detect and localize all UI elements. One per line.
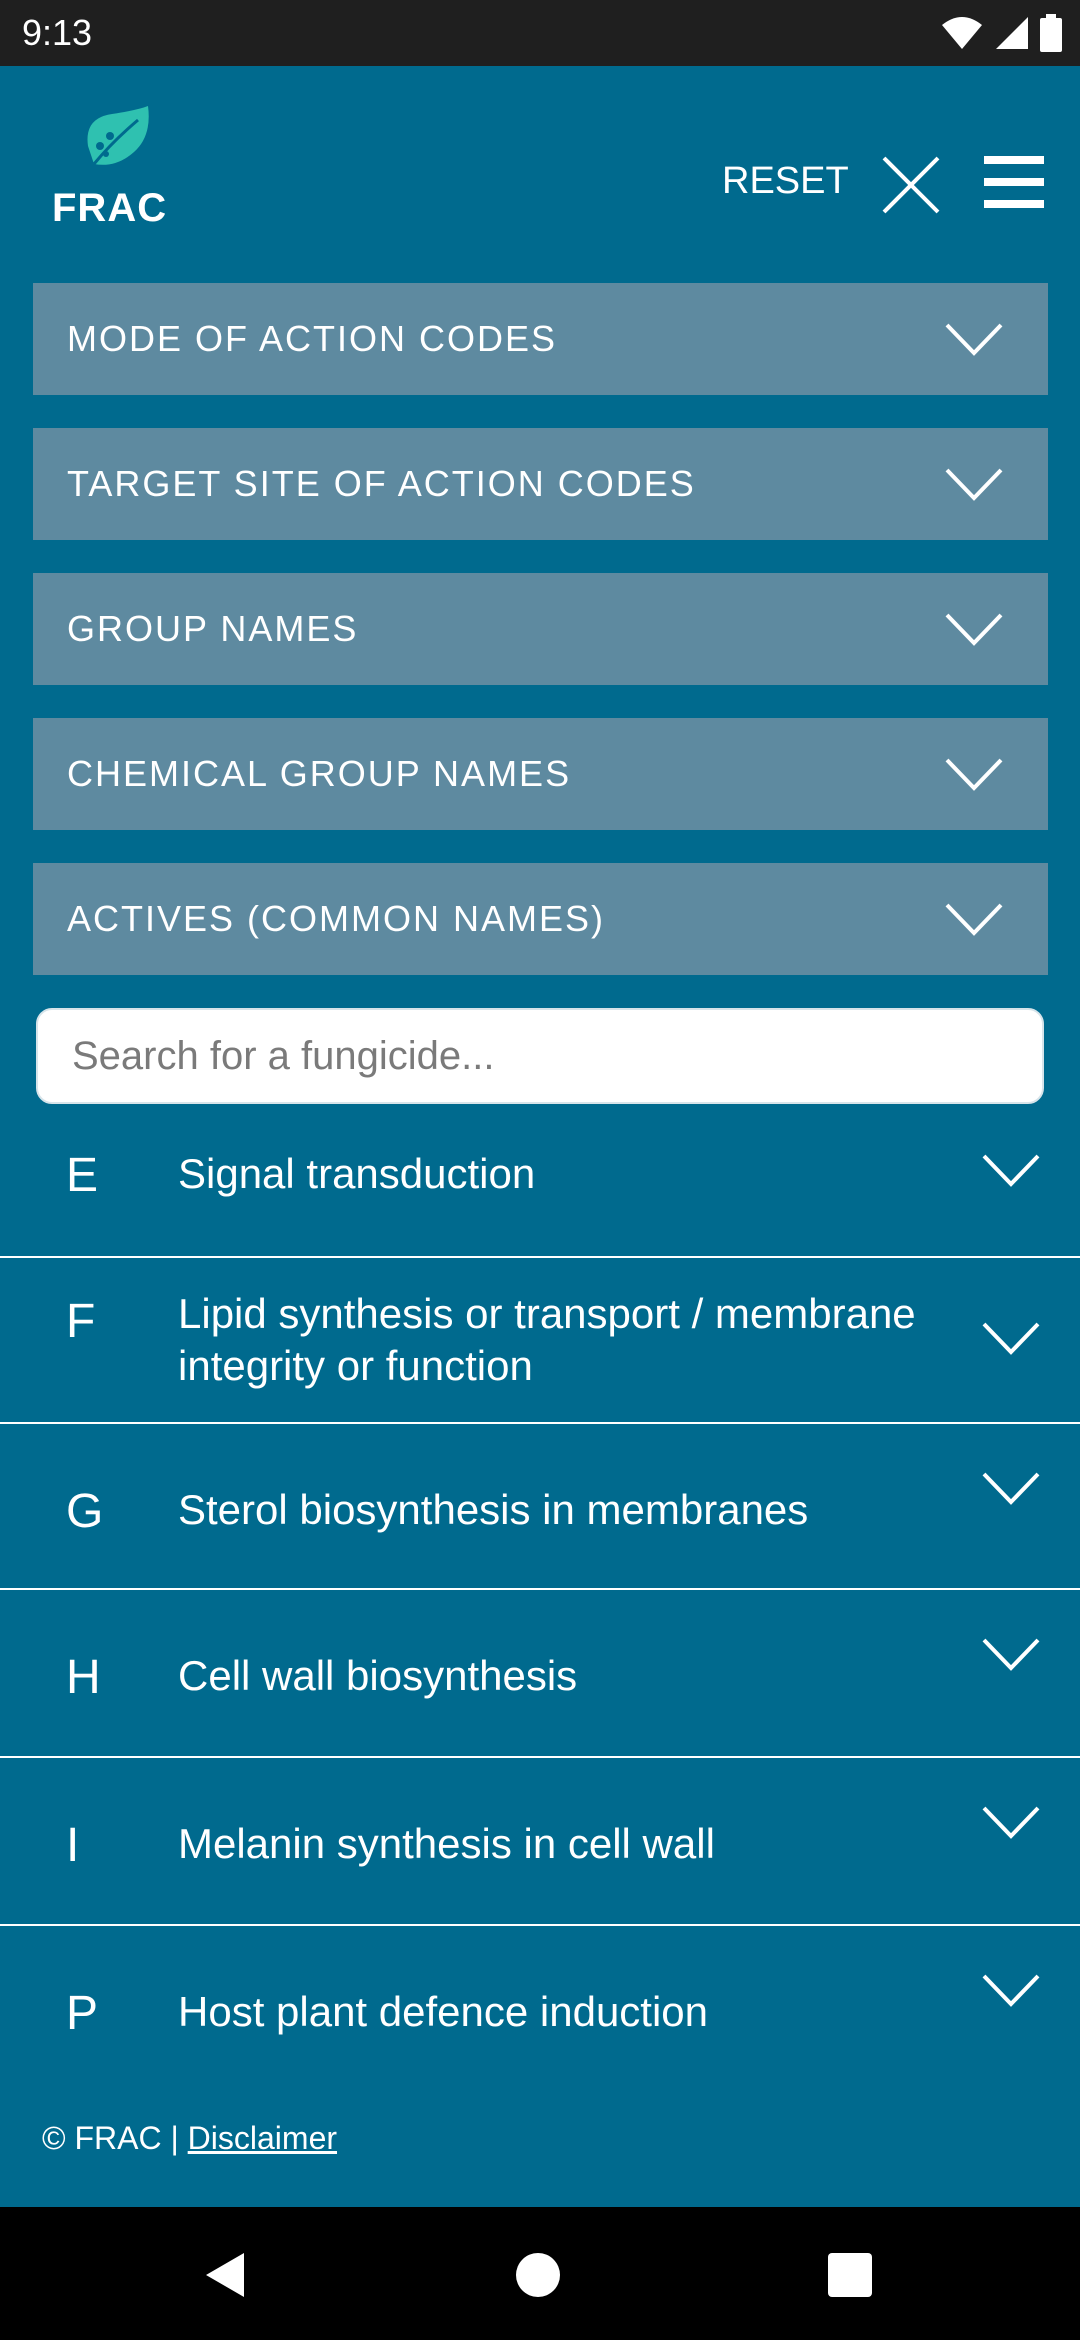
group-title: Sterol biosynthesis in membranes — [178, 1486, 809, 1533]
filter-label: GROUP NAMES — [67, 608, 359, 649]
frac-logo[interactable]: FRAC — [50, 106, 180, 236]
chevron-down-icon — [982, 1154, 1040, 1187]
status-time: 9:13 — [22, 12, 93, 53]
filter-label: MODE OF ACTION CODES — [67, 318, 558, 359]
group-title: Lipid synthesis or transport / membrane … — [178, 1290, 916, 1389]
app-header: FRAC RESET — [0, 66, 1080, 282]
filter-label: ACTIVES (COMMON NAMES) — [67, 898, 606, 939]
list-item-e[interactable]: E Signal transduction — [0, 1108, 1080, 1258]
chevron-down-icon — [945, 903, 1003, 936]
filter-label: CHEMICAL GROUP NAMES — [67, 753, 572, 794]
hamburger-menu-icon[interactable] — [984, 154, 1044, 210]
chevron-down-icon — [982, 1806, 1040, 1839]
logo-text: FRAC — [52, 186, 168, 230]
status-icons — [940, 12, 1062, 54]
chevron-down-icon — [982, 1638, 1040, 1671]
filter-target-site-of-action-codes[interactable]: TARGET SITE OF ACTION CODES — [33, 428, 1048, 540]
back-icon[interactable] — [200, 2249, 252, 2301]
copyright-text: © FRAC | — [42, 2120, 179, 2156]
list-item-i[interactable]: I Melanin synthesis in cell wall — [0, 1758, 1080, 1926]
reset-button[interactable]: RESET — [722, 156, 849, 206]
group-title: Melanin synthesis in cell wall — [178, 1820, 715, 1867]
group-title: Host plant defence induction — [178, 1988, 709, 2035]
list-item-p[interactable]: P Host plant defence induction — [0, 1926, 1080, 2060]
group-code: F — [66, 1295, 96, 1348]
home-icon[interactable] — [514, 2251, 562, 2299]
battery-icon — [1040, 14, 1062, 52]
group-code: I — [66, 1819, 80, 1872]
disclaimer-link[interactable]: Disclaimer — [188, 2120, 337, 2156]
group-code: H — [66, 1651, 101, 1704]
group-code: P — [66, 1987, 99, 2040]
filter-group-names[interactable]: GROUP NAMES — [33, 573, 1048, 685]
list-item-f[interactable]: F Lipid synthesis or transport / membran… — [0, 1258, 1080, 1424]
close-icon[interactable] — [880, 154, 942, 216]
chevron-down-icon — [945, 758, 1003, 791]
chevron-down-icon — [945, 323, 1003, 356]
filter-list: MODE OF ACTION CODES TARGET SITE OF ACTI… — [33, 283, 1048, 1008]
group-title: Cell wall biosynthesis — [178, 1652, 578, 1699]
group-code: E — [66, 1149, 99, 1202]
chevron-down-icon — [982, 1974, 1040, 2007]
system-nav-bar — [0, 2207, 1080, 2340]
leaf-logo-icon — [87, 106, 149, 165]
list-item-h[interactable]: H Cell wall biosynthesis — [0, 1590, 1080, 1758]
search-input[interactable] — [36, 1008, 1044, 1104]
chevron-down-icon — [982, 1322, 1040, 1355]
status-bar: 9:13 — [0, 0, 1080, 66]
signal-icon — [996, 17, 1028, 49]
filter-mode-of-action-codes[interactable]: MODE OF ACTION CODES — [33, 283, 1048, 395]
group-code: G — [66, 1485, 104, 1538]
footer: © FRAC | Disclaimer — [42, 2120, 337, 2157]
chevron-down-icon — [982, 1472, 1040, 1505]
filter-label: TARGET SITE OF ACTION CODES — [67, 463, 696, 504]
chevron-down-icon — [945, 468, 1003, 501]
group-title: Signal transduction — [178, 1150, 536, 1197]
list-item-g[interactable]: G Sterol biosynthesis in membranes — [0, 1424, 1080, 1590]
filter-chemical-group-names[interactable]: CHEMICAL GROUP NAMES — [33, 718, 1048, 830]
chevron-down-icon — [945, 613, 1003, 646]
wifi-icon — [942, 17, 982, 49]
moa-group-list: E Signal transduction F Lipid synthesis … — [0, 1108, 1080, 2060]
recent-apps-icon[interactable] — [826, 2251, 874, 2299]
filter-actives-common-names[interactable]: ACTIVES (COMMON NAMES) — [33, 863, 1048, 975]
